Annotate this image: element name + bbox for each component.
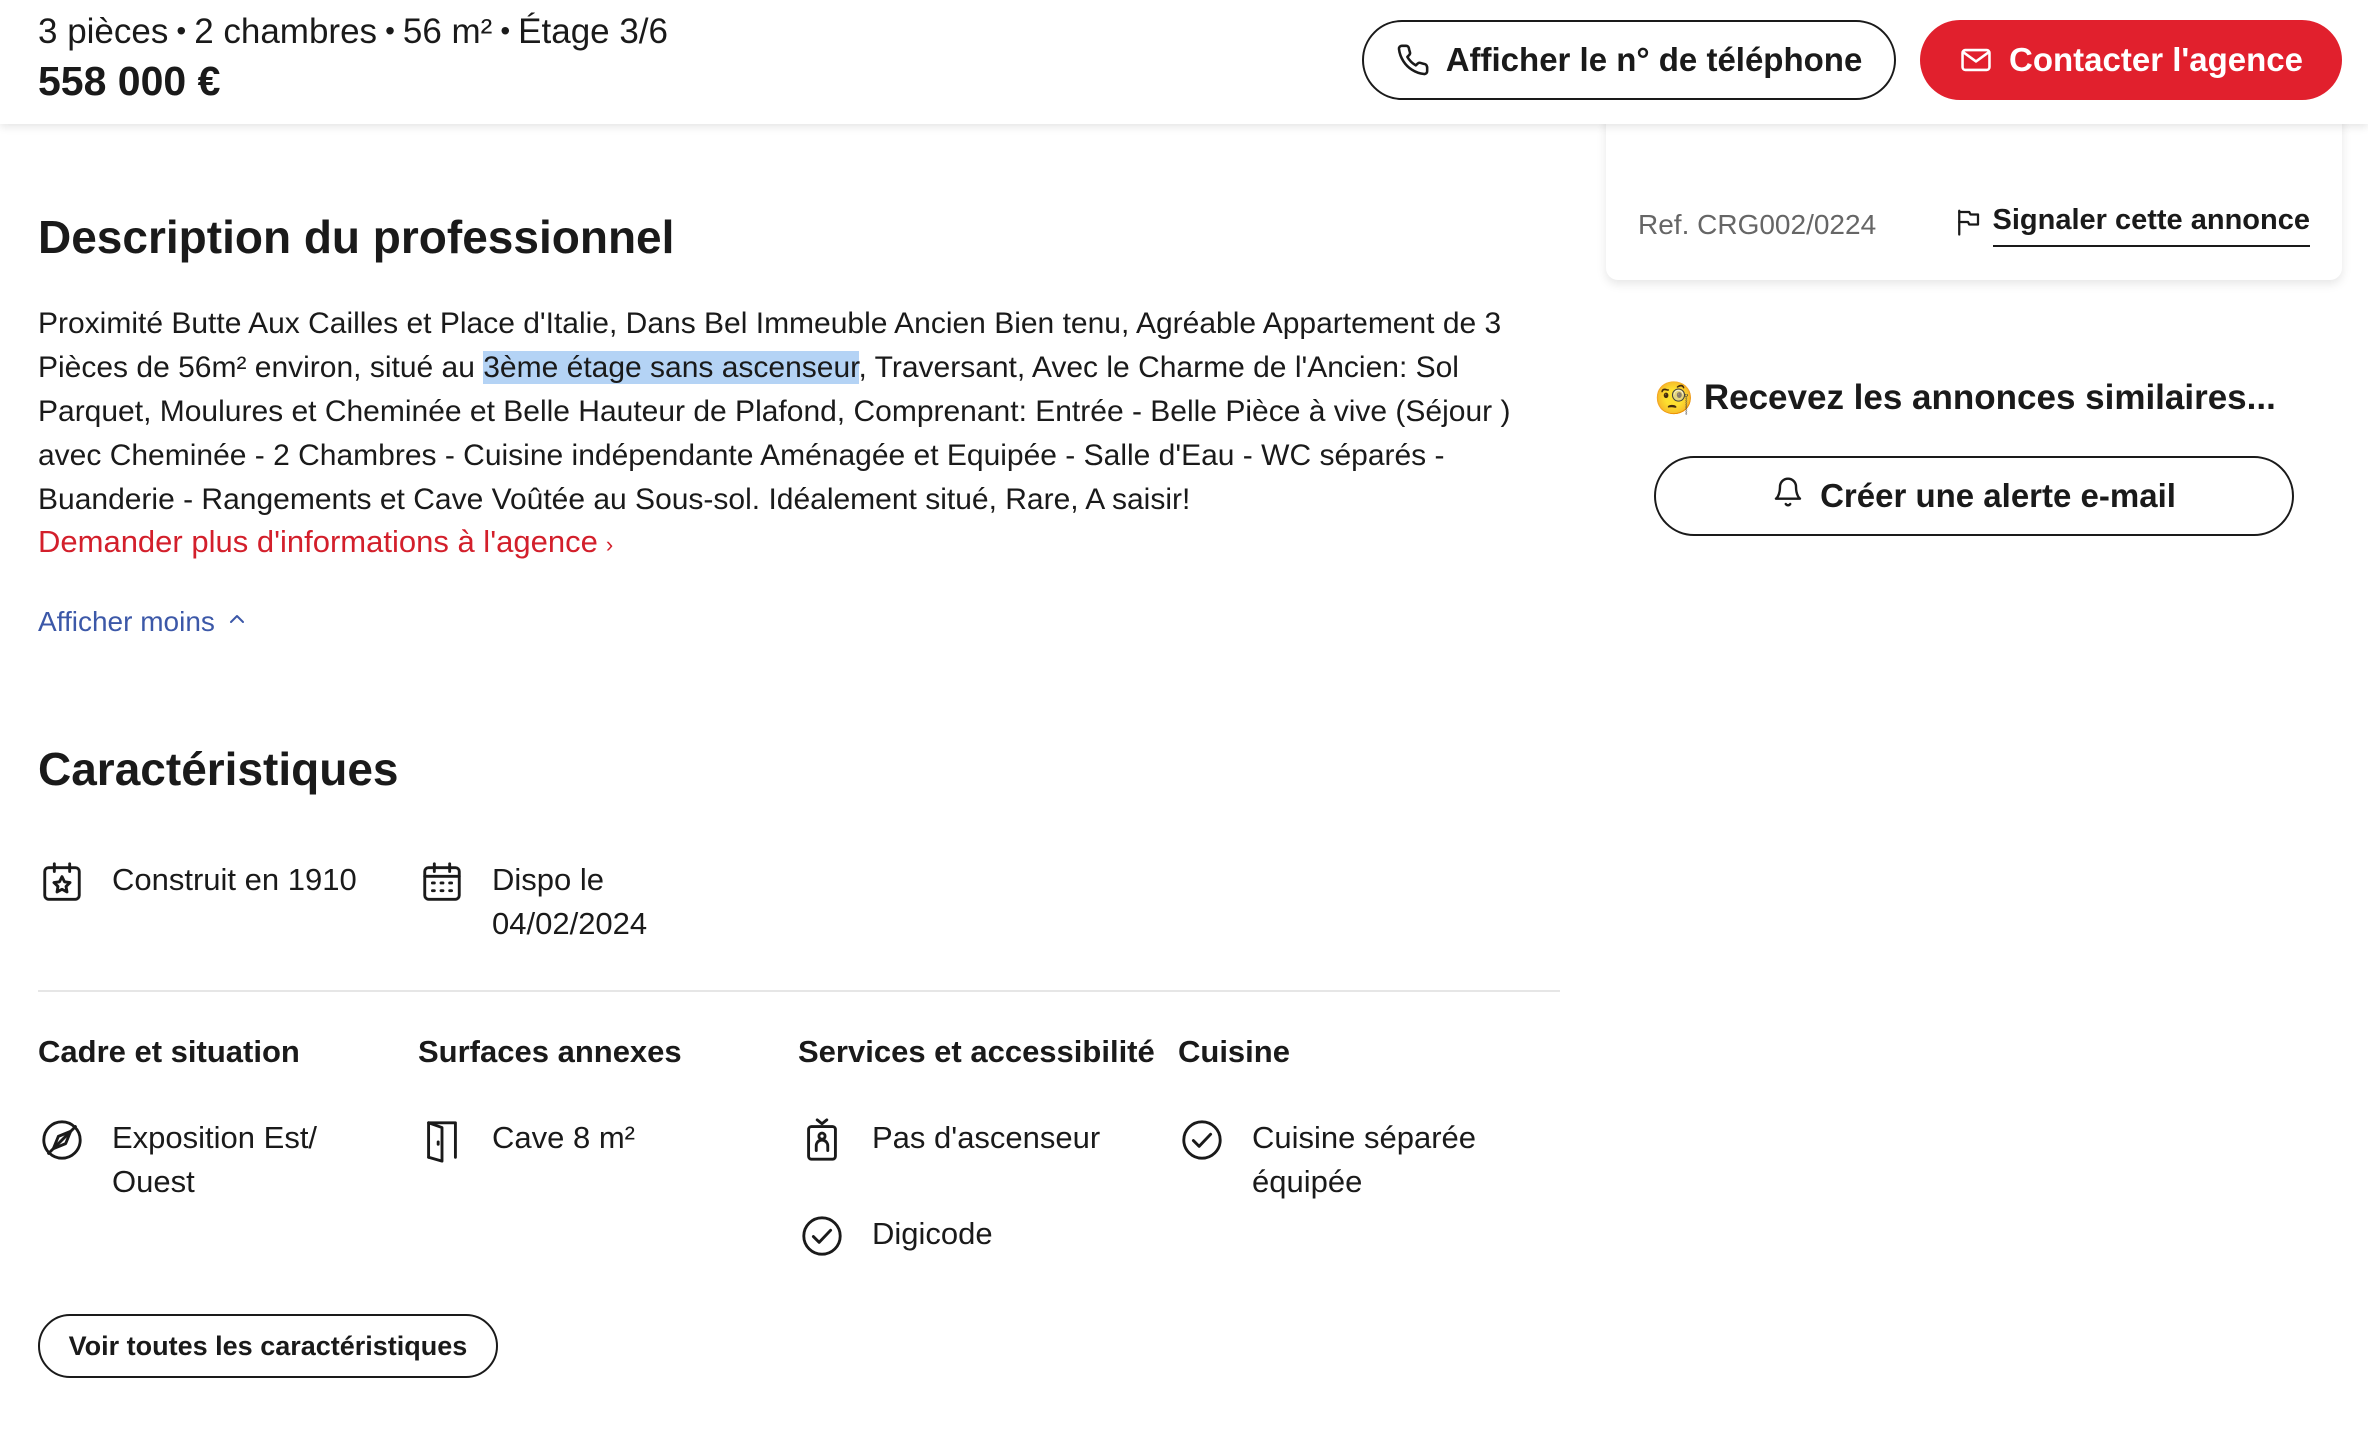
bedrooms-count: 2 chambres — [194, 12, 378, 51]
listing-reference: Ref. CRG002/0224 — [1638, 209, 1877, 240]
summary-separator: • — [385, 15, 395, 46]
summary-separator: • — [176, 15, 187, 46]
chevron-up-icon — [225, 606, 249, 638]
feature-exposure: Exposition Est/ Ouest — [38, 1116, 317, 1204]
report-listing-label: Signaler cette annonce — [1992, 204, 2310, 247]
check-circle-icon — [1178, 1116, 1226, 1164]
feature-no-elevator-label: Pas d'ascenseur — [872, 1120, 1101, 1155]
floor-info: Étage 3/6 — [518, 12, 668, 51]
description-selected-text: 3ème étage sans ascenseur — [483, 351, 859, 384]
check-circle-icon — [798, 1212, 846, 1260]
show-phone-label: Afficher le n° de téléphone — [1445, 41, 1863, 78]
feature-built-year-label: Construit en 1910 — [112, 862, 357, 897]
compass-icon — [38, 1116, 86, 1164]
characteristics-title: Caractéristiques — [38, 743, 399, 795]
category-setting-title: Cadre et situation — [38, 1034, 300, 1069]
feature-cellar: Cave 8 m² — [418, 1116, 635, 1164]
feature-cellar-label: Cave 8 m² — [492, 1120, 635, 1155]
summary-separator: • — [500, 15, 511, 46]
thinking-face-icon: 🧐 — [1654, 380, 1694, 416]
sticky-header: 3 pièces • 2 chambres • 56 m² • Étage 3/6 558 … — [0, 0, 2368, 124]
feature-built-year: Construit en 1910 — [38, 858, 357, 906]
calendar-icon — [418, 858, 466, 906]
show-less-label: Afficher moins — [38, 606, 215, 637]
listing-summary: 3 pièces • 2 chambres • 56 m² • Étage 3/6 — [38, 12, 668, 52]
surface-area: 56 m² — [402, 12, 493, 51]
divider — [38, 990, 1560, 992]
category-kitchen-title: Cuisine — [1178, 1034, 1290, 1069]
availability-label: Dispo le — [492, 862, 604, 897]
chevron-right-icon: › — [605, 532, 614, 557]
feature-digicode-label: Digicode — [872, 1216, 993, 1251]
phone-icon — [1396, 43, 1430, 77]
availability-date: 04/02/2024 — [492, 906, 648, 941]
similar-alert-text: Recevez les annonces similaires... — [1703, 378, 2276, 417]
category-services-title: Services et accessibilité — [798, 1034, 1155, 1069]
feature-kitchen: Cuisine séparée équipée — [1178, 1116, 1476, 1204]
flag-icon — [1953, 207, 1983, 245]
description-title: Description du professionnel — [38, 211, 675, 263]
rooms-count: 3 pièces — [38, 12, 169, 51]
feature-exposure-text: Exposition Est/ Ouest — [112, 1116, 317, 1204]
feature-availability-text: Dispo le 04/02/2024 — [492, 858, 647, 946]
show-all-characteristics-button[interactable]: Voir toutes les caractéristiques — [38, 1314, 498, 1378]
elevator-icon — [798, 1116, 846, 1164]
exposure-line-1: Exposition Est/ — [112, 1120, 318, 1155]
show-less-link[interactable]: Afficher moins — [38, 606, 249, 638]
calendar-star-icon — [38, 858, 86, 906]
contact-agency-label: Contacter l'agence — [2009, 41, 2303, 78]
show-phone-button[interactable]: Afficher le n° de téléphone — [1362, 20, 1896, 100]
similar-alert-title: 🧐 Recevez les annonces similaires... — [1654, 378, 2276, 418]
exposure-line-2: Ouest — [112, 1164, 195, 1199]
feature-kitchen-text: Cuisine séparée équipée — [1252, 1116, 1476, 1204]
request-more-info-link[interactable]: Demander plus d'informations à l'agence › — [38, 524, 613, 560]
request-more-info-label: Demander plus d'informations à l'agence — [38, 524, 598, 559]
kitchen-line-1: Cuisine séparée — [1252, 1120, 1477, 1155]
contact-agency-button[interactable]: Contacter l'agence — [1920, 20, 2342, 100]
report-listing-link[interactable]: Signaler cette annonce — [1953, 204, 2310, 247]
create-email-alert-button[interactable]: Créer une alerte e-mail — [1654, 456, 2294, 536]
feature-availability: Dispo le 04/02/2024 — [418, 858, 647, 946]
create-email-alert-label: Créer une alerte e-mail — [1820, 477, 2176, 514]
listing-price: 558 000 € — [38, 58, 221, 104]
feature-no-elevator: Pas d'ascenseur — [798, 1116, 1100, 1164]
description-text: Proximité Butte Aux Cailles et Place d'I… — [38, 302, 1578, 522]
bell-icon — [1772, 476, 1804, 516]
door-icon — [418, 1116, 466, 1164]
kitchen-line-2: équipée — [1252, 1164, 1363, 1199]
feature-digicode: Digicode — [798, 1212, 993, 1260]
mail-icon — [1959, 43, 1993, 77]
category-annex-surfaces-title: Surfaces annexes — [418, 1034, 682, 1069]
